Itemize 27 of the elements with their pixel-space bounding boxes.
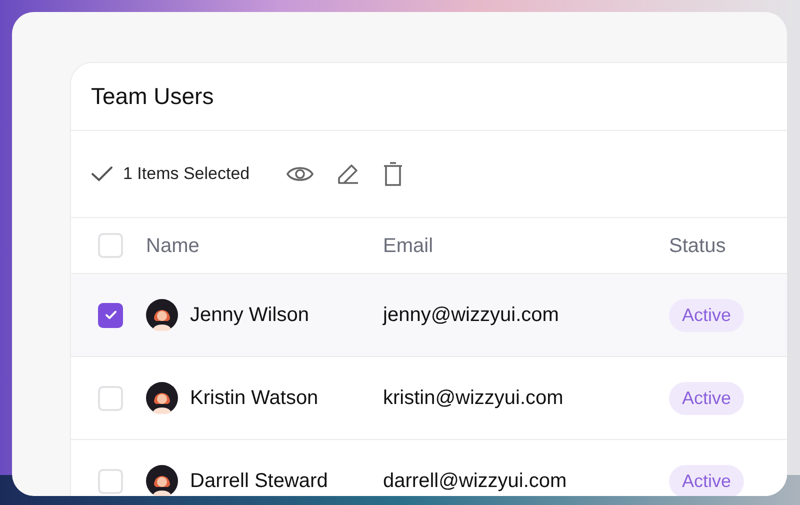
- status-badge: Active: [669, 382, 744, 414]
- status-badge: Active: [669, 464, 744, 496]
- delete-button[interactable]: [382, 161, 404, 187]
- status-badge: Active: [669, 298, 744, 332]
- column-header: Status: [669, 234, 726, 258]
- avatar-icon: [146, 465, 178, 496]
- table-row[interactable]: Jenny Wilson jenny@wizzyui.com Active: [71, 274, 787, 357]
- user-name: Jenny Wilson: [190, 303, 309, 328]
- column-header: Name: [146, 234, 200, 258]
- avatar-icon: [146, 299, 178, 331]
- user-email: jenny@wizzyui.com: [383, 303, 560, 328]
- card-title: Team Users: [91, 82, 214, 112]
- user-email: darrell@wizzyui.com: [383, 469, 568, 494]
- user-name: Darrell Steward: [190, 469, 328, 494]
- avatar-icon: [146, 382, 178, 414]
- checkbox[interactable]: [98, 233, 123, 258]
- checkbox[interactable]: [98, 386, 123, 410]
- selection-count: 1 Items Selected: [123, 163, 250, 186]
- checkbox[interactable]: [98, 468, 123, 494]
- checkbox[interactable]: [98, 302, 123, 328]
- column-header: Email: [383, 234, 434, 258]
- check-icon: [91, 166, 113, 182]
- view-button[interactable]: [286, 164, 314, 184]
- edit-button[interactable]: [336, 162, 360, 186]
- checkmark-icon: [104, 310, 116, 320]
- user-name: Kristin Watson: [190, 386, 318, 411]
- user-email: kristin@wizzyui.com: [383, 386, 564, 411]
